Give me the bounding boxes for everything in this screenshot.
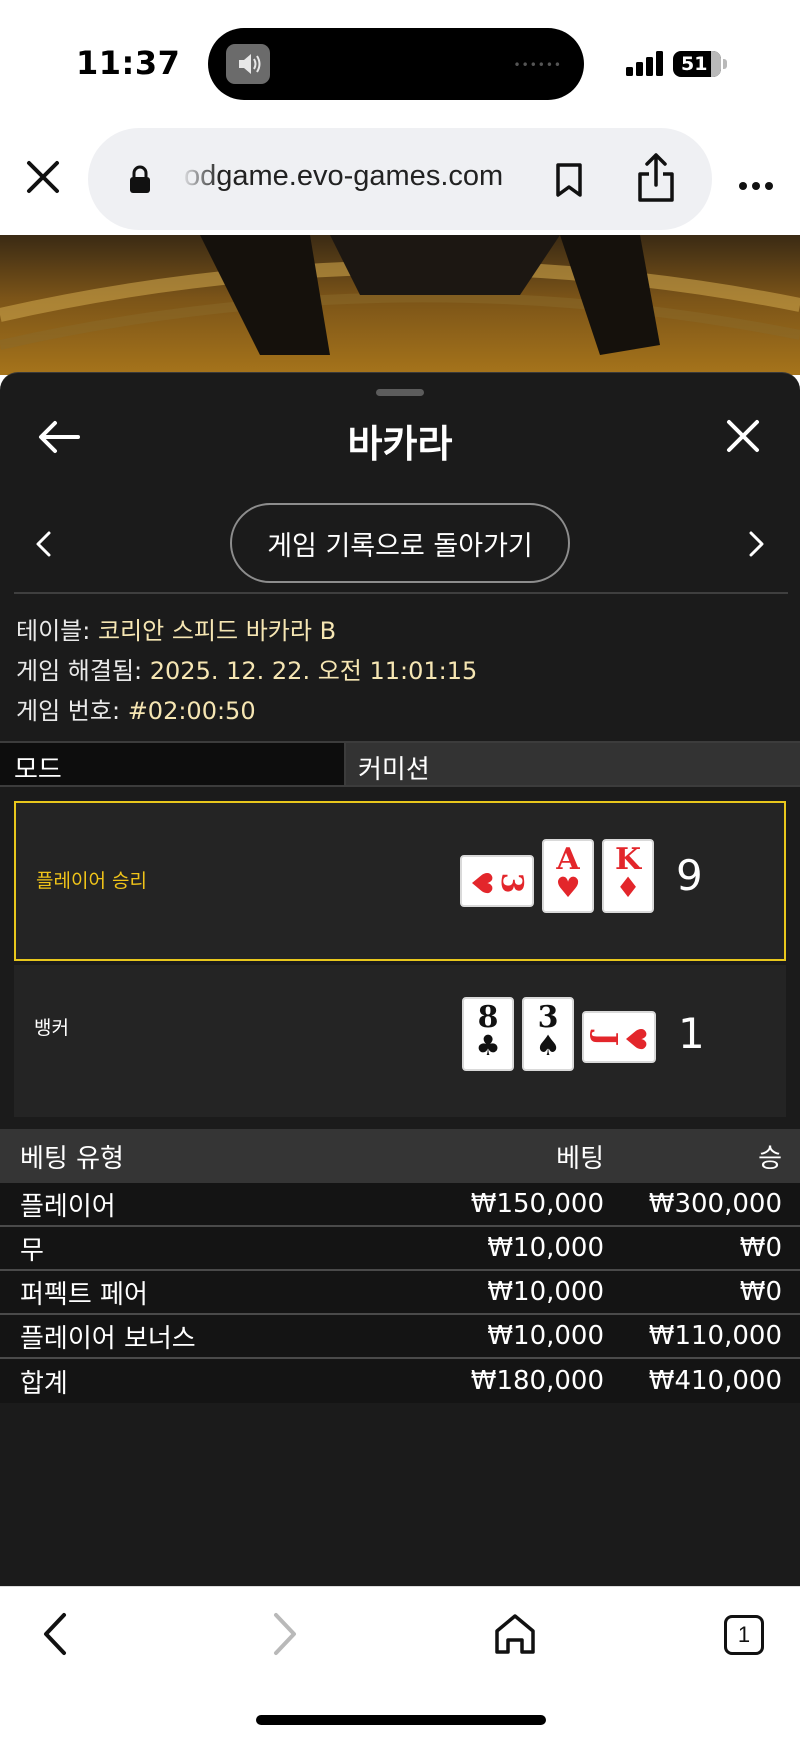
banker-result: 뱅커 8 ♣ 3 ♠ J ♥ 1 xyxy=(14,965,786,1117)
player-card-1: 3 ♥ xyxy=(460,855,534,907)
bet-type: 퍼펙트 페어 xyxy=(20,1279,148,1310)
bet-table-header: 베팅 유형 베팅 승 xyxy=(0,1129,800,1183)
banker-card-2: 3 ♠ xyxy=(522,997,574,1071)
bet-amount: ₩10,000 xyxy=(487,1321,604,1351)
bet-type: 플레이어 xyxy=(20,1191,116,1222)
win-amount: ₩300,000 xyxy=(648,1189,782,1219)
player-card-2: A ♥ xyxy=(542,839,594,913)
player-card-3-suit: ♦ xyxy=(615,871,641,904)
player-result-label: 플레이어 승리 xyxy=(36,870,147,892)
bet-table: 베팅 유형 베팅 승 플레이어 ₩150,000 ₩300,000 무 ₩10,… xyxy=(0,1129,800,1403)
banker-card-3-suit: ♥ xyxy=(619,1026,652,1051)
status-bar: 11:37 •••••• 51 xyxy=(0,0,800,120)
back-icon[interactable] xyxy=(42,1611,68,1657)
activity-dots: •••••• xyxy=(513,58,562,72)
back-to-history-button[interactable]: 게임 기록으로 돌아가기 xyxy=(230,503,570,583)
live-game-background xyxy=(0,235,800,375)
forward-icon[interactable] xyxy=(272,1611,298,1657)
player-card-1-suit: ♥ xyxy=(465,870,498,895)
bet-amount: ₩150,000 xyxy=(470,1189,604,1219)
banker-card-3: J ♥ xyxy=(582,1011,656,1063)
header-bet: 베팅 xyxy=(556,1143,604,1174)
banker-result-label: 뱅커 xyxy=(34,1017,69,1039)
total-label: 합계 xyxy=(20,1368,68,1399)
bet-type: 플레이어 보너스 xyxy=(20,1323,196,1354)
url-text: odgame.evo-games.com xyxy=(184,160,504,192)
total-bet: ₩180,000 xyxy=(470,1366,604,1396)
info-game-number: 게임 번호: #02:00:50 xyxy=(16,691,256,726)
player-card-1-rank: 3 xyxy=(494,873,529,894)
banker-card-1: 8 ♣ xyxy=(462,997,514,1071)
chevron-right-icon[interactable] xyxy=(748,530,766,558)
home-indicator[interactable] xyxy=(256,1715,546,1725)
more-icon[interactable] xyxy=(738,176,774,195)
chevron-left-icon[interactable] xyxy=(34,530,52,558)
share-icon[interactable] xyxy=(636,152,676,204)
banker-card-1-suit: ♣ xyxy=(475,1029,501,1062)
info-game-number-label: 게임 번호: xyxy=(16,697,121,725)
home-icon[interactable] xyxy=(492,1611,538,1657)
info-resolved: 게임 해결됨: 2025. 12. 22. 오전 11:01:15 xyxy=(16,651,477,686)
banker-score: 1 xyxy=(678,1009,705,1058)
total-row: 합계 ₩180,000 ₩410,000 xyxy=(0,1359,800,1403)
status-time: 11:37 xyxy=(76,44,181,82)
panel-title: 바카라 xyxy=(347,422,453,466)
drag-handle[interactable] xyxy=(376,389,424,396)
battery-icon: 51 xyxy=(673,51,721,77)
bet-amount: ₩10,000 xyxy=(487,1277,604,1307)
banker-card-3-rank: J xyxy=(588,1029,623,1046)
divider xyxy=(14,592,788,594)
win-amount: ₩110,000 xyxy=(648,1321,782,1351)
info-resolved-value: 2025. 12. 22. 오전 11:01:15 xyxy=(149,657,478,685)
total-win: ₩410,000 xyxy=(648,1366,782,1396)
player-card-3: K ♦ xyxy=(602,839,654,913)
table-row: 플레이어 ₩150,000 ₩300,000 xyxy=(0,1183,800,1227)
table-row: 무 ₩10,000 ₩0 xyxy=(0,1227,800,1271)
table-row: 퍼펙트 페어 ₩10,000 ₩0 xyxy=(0,1271,800,1315)
win-amount: ₩0 xyxy=(739,1277,782,1307)
header-win: 승 xyxy=(758,1143,782,1174)
mode-value: 커미션 xyxy=(346,743,800,785)
browser-address-bar: odgame.evo-games.com xyxy=(0,120,800,235)
bet-type: 무 xyxy=(20,1235,44,1266)
game-detail-panel: 바카라 게임 기록으로 돌아가기 테이블: 코리안 스피드 바카라 B 게임 해… xyxy=(0,372,800,1586)
info-table: 테이블: 코리안 스피드 바카라 B xyxy=(16,611,336,646)
mode-row: 모드 커미션 xyxy=(0,741,800,787)
bet-amount: ₩10,000 xyxy=(487,1233,604,1263)
info-game-number-value: #02:00:50 xyxy=(127,697,256,725)
header-bet-type: 베팅 유형 xyxy=(20,1143,124,1174)
banker-card-2-suit: ♠ xyxy=(535,1029,561,1062)
signal-icon xyxy=(626,50,664,76)
close-icon[interactable] xyxy=(26,160,60,194)
player-card-2-suit: ♥ xyxy=(555,871,581,904)
info-table-label: 테이블: xyxy=(16,617,91,645)
win-amount: ₩0 xyxy=(739,1233,782,1263)
tabs-button[interactable]: 1 xyxy=(724,1615,764,1655)
url-field[interactable]: odgame.evo-games.com xyxy=(88,128,712,230)
player-result: 플레이어 승리 3 ♥ A ♥ K ♦ 9 xyxy=(14,801,786,961)
table-row: 플레이어 보너스 ₩10,000 ₩110,000 xyxy=(0,1315,800,1359)
browser-toolbar: 1 xyxy=(0,1586,800,1740)
info-resolved-label: 게임 해결됨: xyxy=(16,657,143,685)
battery-level: 51 xyxy=(681,53,708,75)
info-table-value: 코리안 스피드 바카라 B xyxy=(97,617,337,645)
dynamic-island: •••••• xyxy=(208,28,584,100)
bookmark-icon[interactable] xyxy=(554,162,584,198)
speaker-icon xyxy=(226,44,270,84)
player-score: 9 xyxy=(676,851,703,900)
lock-icon xyxy=(128,164,152,194)
mode-label: 모드 xyxy=(0,743,346,785)
close-icon[interactable] xyxy=(726,419,760,453)
